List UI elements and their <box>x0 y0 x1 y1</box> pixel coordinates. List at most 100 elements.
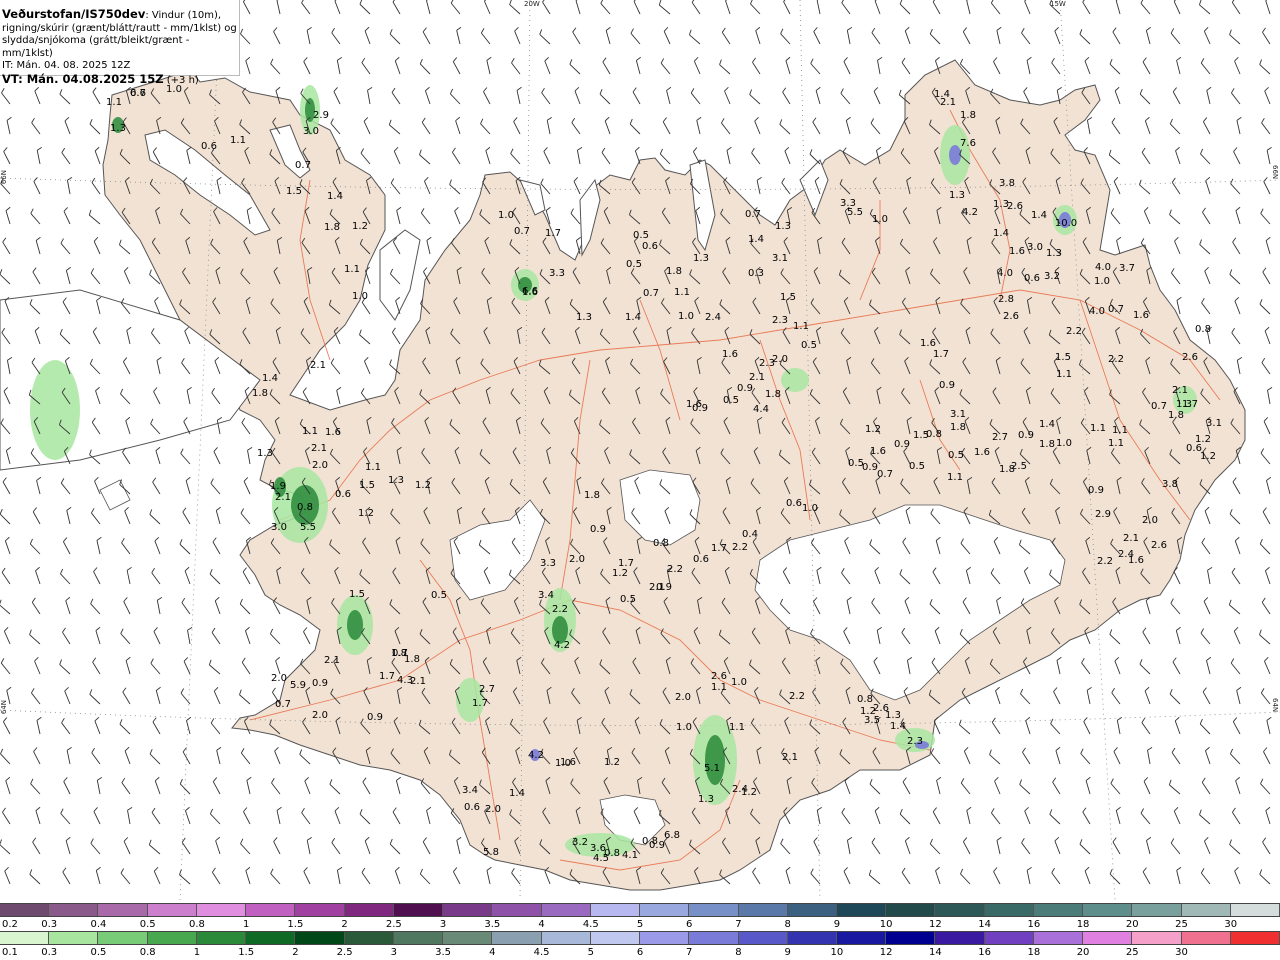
legend-swatch <box>196 904 247 916</box>
legend-label: 4.5 <box>533 947 550 958</box>
precip-value: 10.0 <box>1055 218 1077 229</box>
precip-value: 0.8 <box>857 694 873 705</box>
legend-swatch <box>836 932 887 944</box>
legend-swatch <box>984 904 1034 916</box>
legend-swatch <box>1083 932 1133 944</box>
legend-label: 25 <box>1175 919 1188 930</box>
legend-label: 18 <box>1076 919 1090 930</box>
precip-value: 1.0 <box>676 722 692 733</box>
precip-value: 4.0 <box>1095 262 1111 273</box>
precip-value: 1.2 <box>352 221 368 232</box>
legend-label: 30 <box>1175 947 1188 958</box>
precip-value: 1.8 <box>960 110 976 121</box>
legend-swatch <box>49 932 99 944</box>
precip-value: 3.2 <box>572 837 588 848</box>
precip-value: 2.6 <box>711 671 727 682</box>
precip-value: 1.0 <box>555 758 571 769</box>
precip-value: 0.5 <box>801 340 817 351</box>
precip-value: 1.8 <box>950 422 966 433</box>
legend-swatch <box>443 932 493 944</box>
precip-value: 0.6 <box>693 554 709 565</box>
precip-value: 0.8 <box>653 538 669 549</box>
legend-swatch <box>787 904 837 916</box>
precip-value: 1.6 <box>686 399 702 410</box>
legend-swatch <box>393 932 444 944</box>
legend-swatch <box>1132 904 1182 916</box>
legend-label: 3.5 <box>484 919 501 930</box>
legend-swatch <box>1230 932 1280 944</box>
precip-value: 4.2 <box>554 640 570 651</box>
precip-value: 0.5 <box>620 594 636 605</box>
precip-value: 2.2 <box>732 542 748 553</box>
legend-swatch <box>1181 904 1231 916</box>
precip-value: 1.0 <box>802 503 818 514</box>
legend-label: 5 <box>636 919 644 930</box>
precip-value: 0.5 <box>431 590 447 601</box>
precip-value: 0.8 <box>604 848 620 859</box>
legend-label: 4 <box>538 919 545 930</box>
precip-value: 1.6 <box>974 447 990 458</box>
precip-value: 0.9 <box>894 439 910 450</box>
init-time: IT: Mán. 04. 08. 2025 12Z <box>2 60 131 71</box>
precip-value: 1.1 <box>947 472 963 483</box>
precip-value: 1.9 <box>270 481 286 492</box>
precip-value: 1.4 <box>262 373 278 384</box>
precip-value: 1.3 <box>693 253 709 264</box>
precip-value: 1.8 <box>765 389 781 400</box>
legend-label: 20 <box>1125 919 1139 930</box>
precip-value: 1.7 <box>1182 399 1198 410</box>
legend-swatch <box>344 904 394 916</box>
precip-value: 2.2 <box>667 564 683 575</box>
precip-value: 0.7 <box>877 469 893 480</box>
precip-value: 0.9 <box>939 380 955 391</box>
precip-value: 4.2 <box>528 750 544 761</box>
precip-value: 2.0 <box>675 692 691 703</box>
legend-swatch <box>1230 904 1280 916</box>
legend-label: 0.2 <box>2 919 18 930</box>
legend-label: 2.5 <box>385 919 402 930</box>
precip-value: 2.2 <box>1066 326 1082 337</box>
legend-label: 6 <box>686 919 693 930</box>
lon-label-20w: 20W <box>524 0 540 8</box>
precip-value: 2.0 <box>772 354 788 365</box>
forecast-map: 0.7 1.01.11.30.61.12.93.00.71.5 1.41.8 1.21… <box>0 0 1280 900</box>
precip-value: 2.1 <box>324 655 340 666</box>
precip-value: 2.4 <box>705 312 721 323</box>
precip-value: 2.0 <box>485 804 501 815</box>
legend-swatch <box>787 932 837 944</box>
precip-value: 0.4 <box>742 529 758 540</box>
precip-value: 1.4 <box>890 721 906 732</box>
precip-value: 1.4 <box>993 228 1009 239</box>
precip-value: 1.3 <box>110 123 126 134</box>
precip-value: 2.3 <box>907 736 923 747</box>
precip-value: 4.1 <box>622 850 638 861</box>
source-name: Veðurstofan/IS750dev <box>2 7 146 21</box>
precip-value: 3.4 <box>538 590 554 601</box>
legend-label: 1.5 <box>287 919 304 930</box>
precip-value: 0.6 <box>201 141 217 152</box>
precip-value: 3.2 <box>1044 271 1060 282</box>
precip-value: 2.6 <box>1151 540 1167 551</box>
precip-value: 4.4 <box>753 404 769 415</box>
legend-swatch <box>344 932 394 944</box>
precip-value: 0.6 <box>1024 273 1040 284</box>
legend-label: 18 <box>1027 947 1041 958</box>
legend-label: 12 <box>929 919 942 930</box>
precip-value: 1.1 <box>1112 425 1128 436</box>
precip-value: 1.1 <box>793 321 809 332</box>
legend-swatch <box>886 932 936 944</box>
precip-value: 3.3 <box>549 268 565 279</box>
legend-label: 3 <box>439 919 447 930</box>
precip-value: 2.0 <box>312 710 328 721</box>
legend-swatch <box>147 904 197 916</box>
precip-value: 0.7 <box>275 699 291 710</box>
legend-swatch <box>640 904 690 916</box>
precip-value: 1.0 <box>872 214 888 225</box>
title-desc-3: slydda/snjókoma (grátt/bleikt/grænt - mm… <box>2 35 190 59</box>
precip-value: 6.8 <box>664 830 680 841</box>
precip-value: 1.1 <box>1090 423 1106 434</box>
legend-label: 2 <box>341 919 348 930</box>
precip-value: 4.3 <box>397 675 413 686</box>
precip-value: 1.1 <box>302 426 318 437</box>
forecast-offset: (+3 h) <box>163 74 199 86</box>
